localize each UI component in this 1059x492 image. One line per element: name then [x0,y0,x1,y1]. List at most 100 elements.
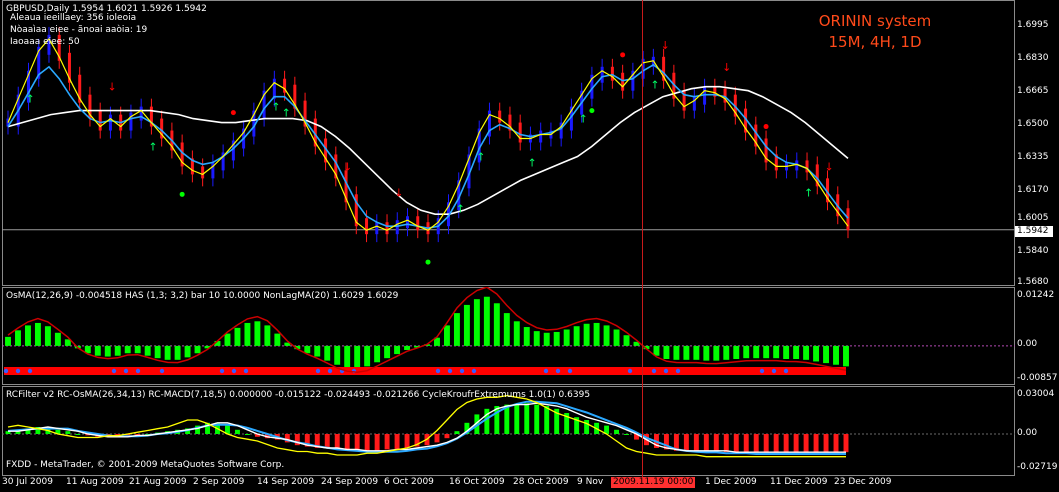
osma-bar [533,331,540,346]
osma-bar [513,321,520,346]
osma-bar [593,322,600,346]
rcf-bar [244,433,250,435]
osma-bar [324,345,331,361]
rcf-bar [75,433,81,435]
has-dot [111,368,117,374]
rcf-bar [434,433,440,443]
has-dot [675,368,681,374]
osma-bar [164,345,171,360]
has-dot [327,368,333,374]
has-band [4,367,846,375]
osma-bar [134,345,141,354]
price-label-7: 1.6005 [1017,213,1049,223]
price-label-9: 1.5680 [1017,277,1049,287]
date-label-7: 6 Oct 2009 [384,477,434,487]
rcf-bar [713,433,719,451]
osma-bar [723,345,730,360]
osma-bar [24,325,31,346]
has-dot [159,368,165,374]
rcf-bar [394,433,400,450]
has-dot [15,368,21,374]
rcf-bar [324,433,330,448]
rcf-bar [753,433,759,453]
rcf-bar [544,406,550,434]
rcf-bar [584,420,590,434]
osma-header: OsMA(12,26,9) -0.004518 HAS (1,3; 3,2) b… [6,291,399,301]
candle-body [365,218,369,235]
rcf-bar [743,433,749,453]
osma-bar [773,345,780,359]
date-label-5: 14 Sep 2009 [257,477,315,487]
rcf-bar [624,433,629,435]
osma-bar [304,345,311,354]
rcf-header: RCFilter v2 RC-OsMA(26,34,13) RC-MACD(7,… [6,390,591,400]
osma-bar [663,345,670,359]
buy-arrow: ↑ [650,79,659,92]
date-label-6: 24 Sep 2009 [321,477,379,487]
rcf-bar [334,433,340,450]
osma-bar [334,345,341,365]
rcf-bar [404,433,410,448]
osma-bar [463,304,470,346]
osma-bar [803,345,810,360]
price-label-2: 1.6830 [1017,53,1049,63]
sell-arrow: ↓ [825,160,834,173]
buy-arrow: ↑ [456,202,465,215]
osma-bar [114,345,121,356]
date-label-10: 9 Nov [577,477,604,487]
crosshair-date-label: 2009.11.19 00:00 [611,477,696,488]
rcf-bar [783,433,789,453]
osma-bar [224,333,231,346]
osma-bar [733,345,740,359]
has-dot [447,368,453,374]
buy-arrow: ↑ [271,101,280,114]
rcfilter-indicator-pane[interactable]: RCFilter v2 RC-OsMA(26,34,13) RC-MACD(7,… [0,386,1059,476]
candle-body [692,96,696,111]
osma-bar [823,345,830,364]
osma-bar [583,323,590,346]
osma-bar [254,321,261,346]
osma-bar [144,345,151,356]
osma-bar [314,345,321,357]
buy-arrow: ↑ [148,140,157,153]
osma-bar [5,336,11,346]
has-dot [627,368,633,374]
candle-body [98,110,102,131]
rcf-bar [65,431,71,434]
candle-body [108,114,112,131]
price-label-4: 1.6500 [1017,119,1049,129]
has-dot [759,368,765,374]
brand-title: ORININ system 15M, 4H, 1D [790,11,960,53]
has-dot [219,368,225,374]
candle-body [395,220,399,235]
osma-bar [124,345,131,354]
rcf-bar [833,433,839,453]
buy-arrow: ↑ [579,113,588,126]
osma-bar [753,345,760,359]
rcf-bar [803,433,809,453]
rcf-bar [723,433,729,453]
candle-body [201,166,205,179]
buy-arrow: ↑ [527,156,536,169]
osma-bar [354,345,361,369]
sell-arrow: ↓ [661,39,670,52]
rcf-bar [693,433,699,451]
rcf-label-min: -0.02719 [1017,462,1058,472]
candle-body [539,130,543,143]
main-price-pane[interactable]: ↑ ↑ ↑ ↑ ↓ ↑ ↑ ↑ ↑ ↑ ↓ ↓ ↑ ↓ ↓ ↓ GBPUSD,Daily 1.5954 1.6… [0,0,1059,287]
osma-indicator-pane[interactable]: OsMA(12,26,9) -0.004518 HAS (1,3; 3,2) b… [0,287,1059,385]
buy-dot [179,191,185,197]
candle-body [272,78,276,99]
rcf-bar [773,433,779,453]
osma-bar [713,345,720,361]
osma-label-max: 0.01242 [1017,290,1055,300]
rcf-bar [843,433,849,453]
sell-dot [230,110,236,116]
osma-label-zero: 0.00 [1017,339,1038,349]
candle-body [139,106,143,121]
candle-body [621,72,625,91]
sell-dot [620,52,626,58]
rcf-bar [793,433,799,453]
nonlag-ma-blue [7,63,849,230]
copyright-text: FXDD - MetaTrader, © 2001-2009 MetaQuote… [6,460,285,470]
